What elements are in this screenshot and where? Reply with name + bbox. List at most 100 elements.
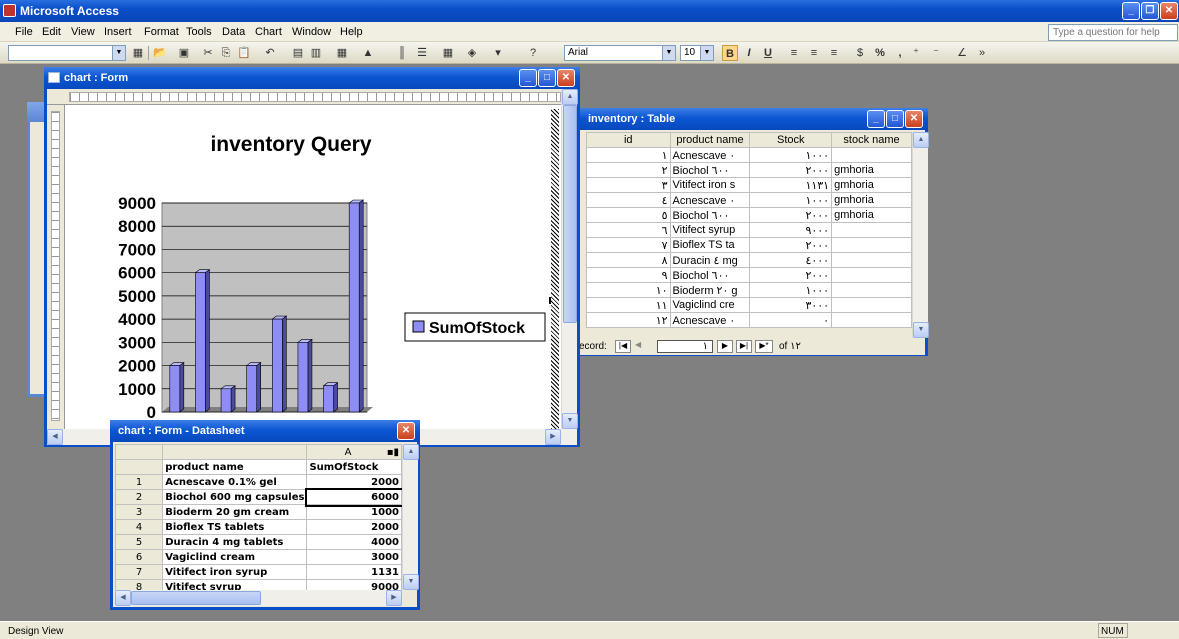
cell-id[interactable]: ١٢	[586, 312, 671, 328]
cell-stock-name[interactable]	[831, 252, 912, 268]
datasheet-grid[interactable]: A ▪▮ product name SumOfStock 1 Acnescave …	[114, 444, 404, 595]
cell-stock-name[interactable]	[831, 222, 912, 238]
datasheet-row[interactable]: 7 Vitifect iron syrup 1131	[114, 564, 402, 580]
first-record-icon[interactable]: |◀	[615, 340, 631, 353]
bar[interactable]	[195, 272, 206, 413]
scroll-up-icon[interactable]: ▲	[913, 132, 929, 148]
cell-stock[interactable]: ٠	[749, 312, 833, 328]
datasheet-row[interactable]: 2 Biochol 600 mg capsules 6000	[114, 487, 404, 507]
cell-sumofstock[interactable]: 3000	[306, 549, 402, 565]
cell-product-name[interactable]: Biochol ٦٠٠	[669, 207, 751, 223]
comma-button[interactable]: ,	[892, 45, 908, 61]
record-number-input[interactable]: ١	[657, 340, 713, 353]
table-icon[interactable]: ▦	[334, 45, 350, 61]
cell-id[interactable]: ١	[586, 147, 671, 163]
increase-decimal-icon[interactable]: ⁺	[908, 45, 924, 61]
cell-product-name[interactable]: Vagiclind cream	[162, 549, 308, 565]
cell-sumofstock[interactable]: 1000	[306, 504, 402, 520]
row-header[interactable]: 2	[114, 489, 164, 505]
header-product-name[interactable]: product name	[162, 459, 308, 475]
cell-stock-name[interactable]	[831, 147, 912, 163]
minimize-icon[interactable]: _	[867, 110, 885, 128]
underline-button[interactable]: U	[760, 45, 776, 61]
table-row[interactable]: ٢ Biochol ٦٠٠ ٢٠٠٠ gmhoria	[586, 162, 912, 178]
menu-view[interactable]: View	[71, 26, 95, 38]
cell-stock[interactable]: ٩٠٠٠	[749, 222, 833, 238]
minimize-icon[interactable]: _	[519, 69, 537, 87]
cell-sumofstock[interactable]: 2000	[306, 474, 402, 490]
chevron-down-icon[interactable]: ▼	[662, 46, 675, 60]
menu-edit[interactable]: Edit	[42, 26, 61, 38]
inventory-table-caption[interactable]: inventory : Table _ □ ✕	[576, 108, 928, 130]
minimize-icon[interactable]: _	[1122, 2, 1140, 20]
last-record-icon[interactable]: ▶|	[736, 340, 752, 353]
bar[interactable]	[220, 388, 232, 413]
properties-icon[interactable]: ▦	[130, 45, 146, 61]
row-header[interactable]: 7	[114, 564, 164, 580]
angle-icon[interactable]: ∠	[954, 45, 970, 61]
cell-stock-name[interactable]: gmhoria	[831, 207, 912, 223]
column-header-stock-name[interactable]: stock name	[831, 132, 912, 148]
cell-product-name[interactable]: Acnescave ٠	[669, 192, 751, 208]
cell-product-name[interactable]: Bioflex TS ta	[669, 237, 751, 253]
cell-stock-name[interactable]	[831, 297, 912, 313]
column-letter-blank[interactable]	[162, 444, 308, 460]
cell-product-name[interactable]: Duracin 4 mg tablets	[162, 534, 308, 550]
cell-id[interactable]: ٣	[586, 177, 671, 193]
table-row[interactable]: ٤ Acnescave ٠ ١٠٠٠ gmhoria	[586, 192, 912, 208]
bar[interactable]	[272, 318, 283, 413]
cut-icon[interactable]: ✂	[200, 45, 216, 61]
row-header[interactable]: 1	[114, 474, 164, 490]
cell-stock-name[interactable]	[831, 237, 912, 253]
cell-stock-name[interactable]	[831, 312, 912, 328]
cell-id[interactable]: ٨	[586, 252, 671, 268]
object-combo[interactable]: ▼	[8, 45, 126, 61]
cell-id[interactable]: ٥	[586, 207, 671, 223]
chart-form-caption[interactable]: chart : Form _ □ ✕	[44, 67, 580, 89]
cell-product-name[interactable]: Acnescave ٠	[669, 312, 751, 328]
chevron-down-icon[interactable]: ▼	[112, 46, 125, 60]
fill-color-icon[interactable]: ◈	[464, 45, 480, 61]
close-icon[interactable]: ✕	[397, 422, 415, 440]
bar[interactable]	[297, 342, 309, 413]
row-header[interactable]: 5	[114, 534, 164, 550]
datasheet-row[interactable]: 3 Bioderm 20 gm cream 1000	[114, 504, 402, 520]
cell-id[interactable]: ٩	[586, 267, 671, 283]
datasheet-row[interactable]: 4 Bioflex TS tablets 2000	[114, 519, 402, 535]
cell-stock[interactable]: ١٠٠٠	[749, 192, 833, 208]
help-icon[interactable]: ?	[525, 45, 541, 61]
cell-stock[interactable]: ٢٠٠٠	[749, 162, 833, 178]
currency-icon[interactable]: $	[852, 45, 868, 61]
new-record-icon[interactable]: ▶*	[755, 340, 773, 353]
cell-id[interactable]: ١١	[586, 297, 671, 313]
cell-id[interactable]: ١٠	[586, 282, 671, 298]
cell-product-name[interactable]: Bioderm 20 gm cream	[162, 504, 308, 520]
chart-form-window[interactable]: chart : Form _ □ ✕ inventory Query 9000 8…	[44, 67, 580, 447]
paste-icon[interactable]: 📋	[236, 45, 252, 61]
scroll-left-icon[interactable]: ◀	[115, 590, 131, 606]
cell-stock-name[interactable]: gmhoria	[831, 177, 912, 193]
scroll-left-icon[interactable]: ◀	[47, 429, 63, 445]
help-search-input[interactable]: Type a question for help	[1048, 24, 1178, 41]
column-letter-a[interactable]: A ▪▮	[306, 444, 402, 460]
bar[interactable]	[348, 202, 360, 413]
cell-stock[interactable]: ١١٣١	[749, 177, 833, 193]
align-center-icon[interactable]: ≡	[806, 45, 822, 61]
font-name-combo[interactable]: Arial ▼	[564, 45, 676, 61]
header-sumofstock[interactable]: SumOfStock	[306, 459, 402, 475]
row-header[interactable]: 3	[114, 504, 164, 520]
cell-stock[interactable]: ٢٠٠٠	[749, 267, 833, 283]
datasheet-vertical-scrollbar[interactable]: ▲ ▼	[402, 444, 419, 590]
column-header-product-name[interactable]: product name	[669, 132, 751, 148]
cell-stock-name[interactable]	[831, 282, 912, 298]
cell-sumofstock[interactable]: 6000	[304, 487, 404, 507]
inventory-table-grid[interactable]: id product name Stock stock name ١ Acnesc…	[586, 132, 912, 328]
previous-record-icon[interactable]: ◀	[635, 340, 647, 353]
scroll-down-icon[interactable]: ▼	[913, 322, 929, 338]
table-row[interactable]: ٨ Duracin ٤ mg ٤٠٠٠	[586, 252, 912, 268]
cell-product-name[interactable]: Vitifect syrup	[669, 222, 751, 238]
more-icon[interactable]: »	[974, 45, 990, 61]
close-icon[interactable]: ✕	[1160, 2, 1178, 20]
table-row[interactable]: ١٢ Acnescave ٠٠	[586, 312, 912, 328]
chart-type-icon[interactable]: ▲	[360, 45, 376, 61]
